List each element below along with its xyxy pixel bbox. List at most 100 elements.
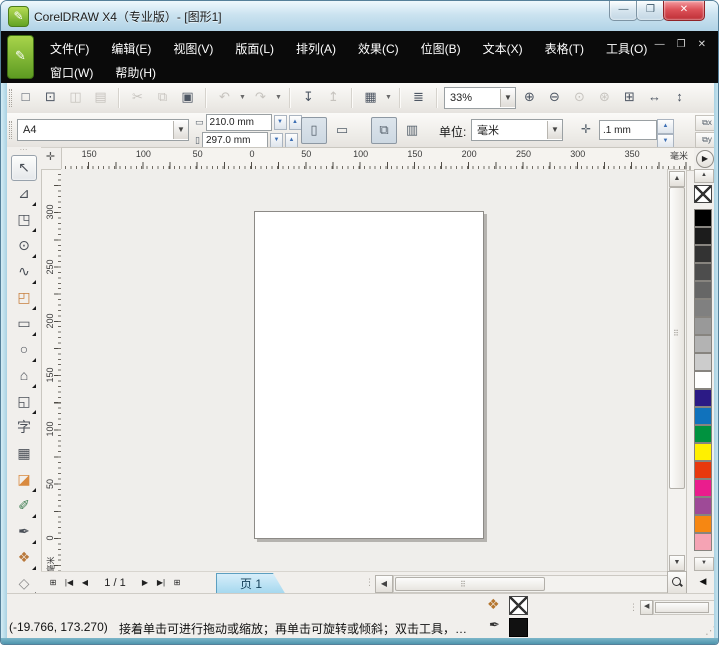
polygon-tool-flyout-icon[interactable] [32,384,36,388]
zoom-tool-flyout-icon[interactable] [32,254,36,258]
width-spin-up[interactable]: ▲ [289,115,302,130]
color-swatch-16[interactable] [694,497,712,515]
palette-scroll-up-button[interactable]: ▲ [694,169,714,183]
ellipse-tool[interactable]: ○ [11,337,37,363]
color-swatch-13[interactable] [694,443,712,461]
color-swatch-1[interactable] [694,227,712,245]
portrait-button[interactable]: ▯ [301,117,327,144]
docker-mini-scrollbar[interactable]: ⋮ ◀ [629,600,715,614]
width-spin-down[interactable]: ▼ [274,115,287,130]
outline-color-indicator[interactable] [509,618,528,637]
pick-tool[interactable]: ↖ [11,155,37,181]
menu-window[interactable]: 窗口(W) [39,61,104,84]
color-swatch-18[interactable] [694,533,712,551]
eyedropper-tool[interactable]: ✐ [11,493,37,519]
vertical-scroll-thumb[interactable]: ⠿ [669,187,685,489]
scroll-up-button[interactable]: ▲ [669,171,685,187]
paper-width-field[interactable]: 210.0 mm [206,114,272,131]
doc-minimize-button[interactable]: — [655,39,665,50]
first-page-button[interactable]: |◀ [61,574,77,591]
page-tab[interactable]: 页 1 [216,573,286,595]
application-launcher-dropdown-icon[interactable]: ▼ [384,86,393,109]
zoom-tool[interactable]: ⊙ [11,233,37,259]
landscape-button[interactable]: ▭ [329,117,355,144]
horizontal-scrollbar[interactable]: ⠿ [393,575,669,593]
color-swatch-6[interactable] [694,317,712,335]
redo-dropdown-icon[interactable]: ▼ [274,86,283,109]
vertical-scrollbar[interactable]: ▲ ⠿ ▼ [667,169,687,573]
menu-edit[interactable]: 编辑(E) [100,37,162,60]
chevron-down-icon[interactable]: ▼ [173,121,188,139]
blend-tool[interactable]: ◪ [11,467,37,493]
rectangle-tool[interactable]: ▭ [11,311,37,337]
basic-shapes-tool-flyout-icon[interactable] [32,410,36,414]
color-swatch-0[interactable] [694,209,712,227]
welcome-screen-button[interactable]: ≣ [407,86,430,109]
open-document-button[interactable]: ⊡ [39,86,62,109]
palette-scroll-down-button[interactable]: ▼ [694,557,714,571]
crop-tool-flyout-icon[interactable] [32,228,36,232]
zoom-level-combo[interactable]: 33%▼ [444,87,516,109]
previous-page-button[interactable]: ◀ [77,574,93,591]
new-document-button[interactable]: □ [14,86,37,109]
close-button[interactable]: ✕ [663,1,705,21]
doc-close-button[interactable]: ✕ [698,39,706,50]
fill-color-indicator[interactable] [509,596,528,615]
menu-effects[interactable]: 效果(C) [347,37,410,60]
scroll-left-button[interactable]: ◀ [375,575,393,593]
ellipse-tool-flyout-icon[interactable] [32,358,36,362]
menu-view[interactable]: 视图(V) [162,37,224,60]
nudge-field[interactable]: .1 mm [599,120,657,140]
no-color-swatch[interactable] [694,185,712,203]
chevron-down-icon[interactable]: ▼ [547,121,562,139]
propbar-grip[interactable] [9,121,12,139]
freehand-tool-flyout-icon[interactable] [32,280,36,284]
color-swatch-14[interactable] [694,461,712,479]
zoom-to-width-button[interactable]: ↔ [643,86,666,109]
facing-pages-button[interactable]: ▥ [399,117,425,144]
scroll-down-button[interactable]: ▼ [669,555,685,571]
paper-preset-combo[interactable]: A4 ▼ [17,119,189,141]
horizontal-ruler[interactable]: 毫米 15010050050100150200250300350 [61,147,694,171]
menu-bitmaps[interactable]: 位图(B) [410,37,472,60]
mini-scroll-thumb[interactable] [655,602,709,613]
menu-table[interactable]: 表格(T) [534,37,595,60]
splitter-dots[interactable]: ⋮ [629,602,638,613]
blend-tool-flyout-icon[interactable] [32,488,36,492]
toolbox-grip[interactable]: ⋯ [7,147,41,155]
color-swatch-8[interactable] [694,353,712,371]
undo-dropdown-icon[interactable]: ▼ [238,86,247,109]
doc-restore-button[interactable]: ❐ [677,39,686,50]
menu-file[interactable]: 文件(F) [39,37,100,60]
zoom-in-button[interactable]: ⊕ [518,86,541,109]
palette-expand-button[interactable]: ◀ [696,573,710,589]
color-swatch-15[interactable] [694,479,712,497]
navigator-button[interactable] [667,571,687,595]
mini-scroll-left-button[interactable]: ◀ [640,600,653,615]
color-swatch-3[interactable] [694,263,712,281]
color-swatch-7[interactable] [694,335,712,353]
fill-tool-flyout-icon[interactable] [32,566,36,570]
last-page-button[interactable]: ▶| [153,574,169,591]
horizontal-scroll-thumb[interactable]: ⠿ [395,577,545,591]
zoom-to-page-button[interactable]: ⊞ [618,86,641,109]
color-swatch-2[interactable] [694,245,712,263]
rectangle-tool-flyout-icon[interactable] [32,332,36,336]
color-swatch-5[interactable] [694,299,712,317]
mini-scroll-track[interactable] [653,600,715,615]
add-page-start-button[interactable]: ⊞ [45,574,61,591]
menu-help[interactable]: 帮助(H) [104,61,167,84]
smart-fill-tool[interactable]: ◰ [11,285,37,311]
color-swatch-9[interactable] [694,371,712,389]
text-tool[interactable]: 字 [11,415,37,441]
zoom-to-height-button[interactable]: ↕ [668,86,691,109]
application-launcher-button[interactable]: ▦ [359,86,382,109]
smart-fill-tool-flyout-icon[interactable] [32,306,36,310]
scrollbar-splitter[interactable]: ⋮ [365,577,374,588]
toolbar-grip[interactable] [9,89,12,107]
all-pages-button[interactable]: ⧉ [371,117,397,144]
table-tool[interactable]: ▦ [11,441,37,467]
eyedropper-tool-flyout-icon[interactable] [32,514,36,518]
outline-tool[interactable]: ✒ [11,519,37,545]
color-swatch-11[interactable] [694,407,712,425]
